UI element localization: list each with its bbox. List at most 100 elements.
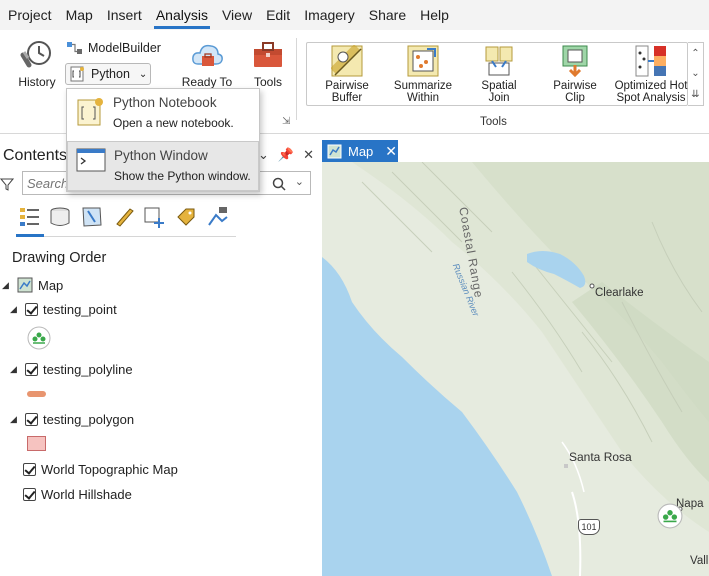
spatial-join-icon (485, 46, 513, 76)
dialog-launcher-icon[interactable]: ⇲ (282, 116, 290, 127)
basemap (322, 162, 709, 576)
pin-icon[interactable]: 📌 (278, 147, 294, 163)
layer-row[interactable]: ◢ testing_polyline (10, 362, 133, 377)
layer-visibility-checkbox[interactable] (23, 488, 36, 501)
gallery-scroll[interactable]: ⌃ ⌄ ⇊ (688, 42, 704, 106)
python-dropdown-menu: Python Notebook Open a new notebook. Pyt… (66, 88, 260, 192)
point-feature-icon[interactable] (657, 503, 683, 529)
pairwise-buffer-icon (331, 45, 363, 77)
menu-imagery[interactable]: Imagery (298, 0, 363, 30)
layer-row[interactable]: ◢ testing_polygon (10, 412, 134, 427)
tool-label-line2: Within (407, 92, 439, 104)
highway-101-shield: 101 (578, 519, 600, 535)
tool-label-line1: Optimized Hot (614, 80, 688, 92)
menu-help[interactable]: Help (414, 0, 457, 30)
ready-to-use-button[interactable]: Ready To (180, 38, 234, 89)
map-name: Map (38, 277, 64, 293)
dropdown-item-subtitle: Show the Python window. (114, 169, 251, 183)
editing-icon[interactable] (112, 205, 136, 229)
perspective-imagery-icon[interactable] (206, 205, 230, 229)
gallery-spatial-join[interactable]: Spatial Join (461, 45, 537, 104)
close-icon[interactable]: ✕ (385, 143, 397, 160)
menu-insert[interactable]: Insert (101, 0, 150, 30)
notebook-icon (77, 98, 103, 126)
modelbuilder-button[interactable]: ModelBuilder (66, 39, 161, 57)
tool-label-line1: Pairwise (325, 80, 369, 92)
menu-item-python-notebook[interactable]: Python Notebook Open a new notebook. (67, 89, 259, 139)
dropdown-item-title: Python Window (114, 148, 208, 163)
map-icon (327, 144, 342, 158)
dropdown-item-subtitle: Open a new notebook. (113, 116, 234, 130)
tools-button[interactable]: Tools (248, 38, 288, 89)
python-window-icon (76, 148, 106, 172)
labeling-icon[interactable] (174, 205, 198, 229)
polygon-symbol (27, 436, 46, 451)
tree-map-row[interactable]: ◢ Map (2, 277, 63, 293)
gallery-pairwise-clip[interactable]: Pairwise Clip (537, 45, 613, 104)
chevron-up-icon[interactable]: ⌃ (691, 48, 699, 59)
layer-visibility-checkbox[interactable] (25, 413, 38, 426)
expand-triangle-icon[interactable]: ◢ (2, 280, 12, 291)
tool-label-line1: Pairwise (553, 80, 597, 92)
layer-name: testing_point (43, 302, 117, 317)
polyline-symbol (27, 391, 46, 397)
menu-share[interactable]: Share (363, 0, 414, 30)
layer-row[interactable]: World Topographic Map (23, 462, 178, 477)
drawing-order-icon[interactable] (18, 205, 42, 229)
python-label: Python (91, 67, 130, 81)
layer-visibility-checkbox[interactable] (23, 463, 36, 476)
layer-visibility-checkbox[interactable] (25, 303, 38, 316)
menu-item-python-window[interactable]: Python Window Show the Python window. (67, 141, 259, 191)
hot-spot-icon (635, 45, 666, 77)
menu-view[interactable]: View (216, 0, 260, 30)
expand-triangle-icon[interactable]: ◢ (10, 304, 20, 315)
tool-label-line1: Summarize (393, 80, 453, 92)
selection-icon[interactable] (80, 205, 104, 229)
menu-map[interactable]: Map (60, 0, 101, 30)
tools-group-label: Tools (480, 116, 507, 128)
tool-label-line2: Clip (565, 92, 585, 104)
data-source-icon[interactable] (48, 205, 72, 229)
chevron-down-icon[interactable]: ⌄ (691, 68, 699, 79)
tool-label-line2: Join (488, 92, 510, 104)
contents-pane: Contents ⌄ 📌 ✕ ⌄ (0, 135, 318, 576)
map-canvas[interactable]: Coastal Range Russian River Clearlake Sa… (322, 162, 709, 576)
gallery-summarize-within[interactable]: Summarize Within (385, 45, 461, 104)
tools-gallery: Pairwise Buffer Summarize Within Spatial… (306, 42, 688, 106)
highway-number: 101 (581, 522, 597, 532)
layer-visibility-checkbox[interactable] (25, 363, 38, 376)
gallery-pairwise-buffer[interactable]: Pairwise Buffer (309, 45, 385, 104)
python-icon (70, 66, 84, 82)
expand-gallery-icon[interactable]: ⇊ (691, 89, 699, 100)
modelbuilder-label: ModelBuilder (88, 41, 161, 55)
filter-icon[interactable] (0, 177, 14, 191)
layer-name: testing_polygon (43, 412, 135, 427)
snapping-icon[interactable] (142, 205, 166, 229)
chevron-down-icon: ⌄ (138, 68, 148, 80)
menu-project[interactable]: Project (2, 0, 60, 30)
map-tab-label: Map (348, 143, 374, 159)
gallery-optimized-hot-spot[interactable]: Optimized Hot Spot Analysis (613, 45, 689, 104)
chevron-down-icon[interactable]: ⌄ (295, 175, 304, 188)
map-view-tab[interactable]: Map ✕ (322, 140, 398, 162)
layer-row[interactable]: ◢ testing_point (10, 302, 117, 317)
history-button[interactable]: History (12, 38, 62, 89)
close-icon[interactable]: ✕ (303, 147, 314, 163)
layer-row[interactable]: World Hillshade (23, 487, 132, 502)
layer-name: testing_polyline (43, 362, 133, 377)
layer-name: World Topographic Map (41, 462, 178, 477)
map-label-santa-rosa: Santa Rosa (569, 450, 632, 464)
contents-title: Contents (3, 147, 68, 164)
point-symbol-icon (27, 326, 51, 350)
map-icon (17, 277, 33, 293)
python-dropdown-button[interactable]: Python ⌄ (65, 63, 151, 85)
search-icon[interactable] (272, 177, 286, 191)
expand-triangle-icon[interactable]: ◢ (10, 414, 20, 425)
layer-name: World Hillshade (41, 487, 132, 502)
map-label-vallejo: Vall (690, 555, 709, 567)
menu-analysis[interactable]: Analysis (150, 0, 216, 30)
cloud-tools-icon (192, 44, 223, 66)
expand-triangle-icon[interactable]: ◢ (10, 364, 20, 375)
menu-edit[interactable]: Edit (260, 0, 298, 30)
summarize-within-icon (407, 45, 439, 77)
